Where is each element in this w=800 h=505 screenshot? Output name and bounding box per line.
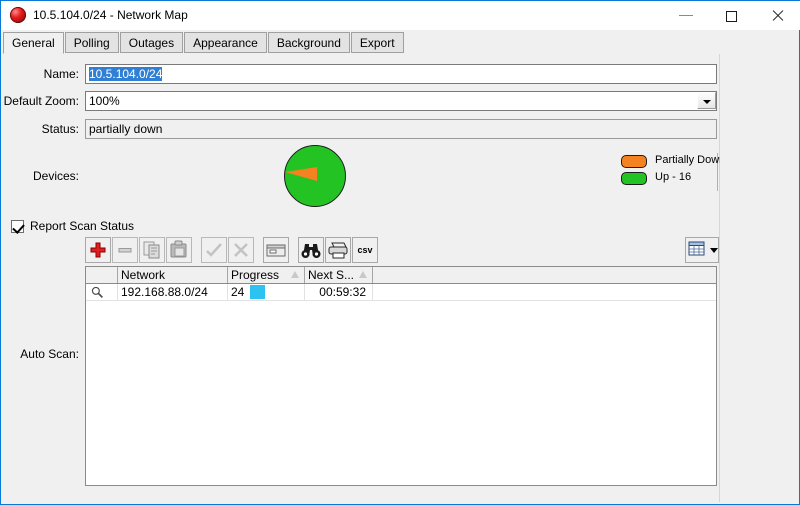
devices-legend: Partially Down - 1 Up - 16 [621, 153, 741, 191]
devices-label: Devices: [32, 169, 79, 183]
tab-appearance-label: Appearance [193, 36, 258, 50]
minimize-button[interactable] [663, 1, 709, 30]
legend-label-up: Up - 16 [655, 171, 692, 183]
legend-chip-partially-down [621, 155, 647, 168]
window-title: 10.5.104.0/24 - Network Map [33, 8, 188, 22]
table-header-row: Network Progress Next S... [86, 267, 716, 284]
add-button[interactable] [85, 237, 111, 263]
default-zoom-dropdown-button[interactable] [697, 92, 716, 109]
folder-icon [266, 244, 286, 257]
tab-strip: General Polling Outages Appearance Backg… [3, 32, 719, 54]
cross-icon [234, 243, 248, 257]
table-header-network[interactable]: Network [118, 267, 228, 283]
toolbar-separator-2 [255, 237, 263, 263]
tab-background[interactable]: Background [267, 32, 350, 53]
maximize-icon [726, 11, 737, 22]
default-zoom-value: 100% [89, 94, 120, 108]
copy-button[interactable] [139, 237, 165, 263]
table-row[interactable]: 192.168.88.0/24 24 00:59:32 [86, 284, 716, 301]
auto-scan-toolbar: csv [85, 237, 719, 263]
default-zoom-label: Default Zoom: [3, 94, 79, 108]
table-header-progress[interactable]: Progress [228, 267, 305, 283]
tab-export[interactable]: Export [350, 32, 404, 53]
row-filler-cell [373, 284, 716, 300]
title-bar: 10.5.104.0/24 - Network Map [1, 1, 800, 30]
legend-row-up: Up - 16 [621, 170, 717, 187]
auto-scan-table[interactable]: Network Progress Next S... 192.168.88.0/… [85, 266, 717, 486]
name-label: Name: [43, 67, 79, 81]
dialog-actions: Ok Cancel Apply Notes [720, 32, 799, 502]
table-header-next-scan[interactable]: Next S... [305, 267, 373, 283]
close-button[interactable] [755, 1, 800, 30]
status-value: partially down [85, 119, 717, 139]
view-settings-button[interactable] [685, 237, 719, 263]
table-header-next-scan-label: Next S... [308, 268, 355, 282]
table-header-filler[interactable] [373, 267, 716, 283]
devices-pie-chart [284, 145, 346, 207]
row-next-scan-cell: 00:59:32 [305, 284, 373, 300]
paste-button[interactable] [166, 237, 192, 263]
default-zoom-combobox[interactable]: 100% [85, 91, 717, 111]
table-icon [688, 241, 705, 256]
check-icon [206, 243, 222, 257]
paste-icon [170, 240, 187, 258]
tab-polling[interactable]: Polling [64, 32, 119, 53]
row-progress-value: 24 [231, 285, 245, 299]
legend-chip-up [621, 172, 647, 185]
printer-icon [328, 242, 348, 259]
row-scan-icon-cell [86, 284, 118, 300]
print-button[interactable] [325, 237, 351, 263]
checkbox-box [11, 220, 25, 234]
tab-outages-label: Outages [128, 36, 175, 50]
table-header-progress-label: Progress [231, 268, 280, 282]
csv-button[interactable]: csv [352, 237, 378, 263]
disable-button[interactable] [228, 237, 254, 263]
tab-general[interactable]: General [3, 32, 64, 54]
binoculars-icon [301, 244, 321, 258]
chevron-down-icon [703, 100, 711, 104]
tab-polling-label: Polling [73, 36, 110, 50]
tab-outages[interactable]: Outages [119, 32, 184, 53]
check-icon [12, 221, 25, 234]
plus-icon [90, 242, 106, 258]
minimize-icon [679, 15, 693, 16]
tab-export-label: Export [359, 36, 395, 50]
minus-icon [118, 248, 132, 253]
row-progress-cell: 24 [228, 284, 305, 300]
copy-icon [143, 241, 160, 259]
report-scan-status-label: Report Scan Status [30, 219, 135, 233]
status-label: Status: [41, 122, 79, 136]
legend-row-partially-down: Partially Down - 1 [621, 153, 741, 170]
pie-slice-partially-down [285, 167, 317, 181]
toolbar-separator-3 [290, 237, 298, 263]
sort-indicator-icon-2 [359, 271, 367, 278]
toolbar-separator-1 [193, 237, 201, 263]
network-map-dialog: 10.5.104.0/24 - Network Map General Poll… [0, 0, 800, 505]
enable-button[interactable] [201, 237, 227, 263]
remove-button[interactable] [112, 237, 138, 263]
general-tab-panel: Name: 10.5.104.0/24 Default Zoom: 100% S… [3, 54, 741, 502]
status-text: partially down [89, 122, 163, 136]
auto-scan-label: Auto Scan: [20, 347, 79, 361]
maximize-button[interactable] [709, 1, 755, 30]
table-header-icon[interactable] [86, 267, 118, 283]
dude-sphere-icon [10, 7, 26, 23]
tab-background-label: Background [276, 36, 341, 50]
name-input-value: 10.5.104.0/24 [89, 67, 163, 81]
progress-bar [250, 285, 265, 299]
sort-indicator-icon [291, 271, 299, 278]
tab-appearance[interactable]: Appearance [184, 32, 267, 53]
tab-general-label: General [12, 36, 55, 50]
find-button[interactable] [298, 237, 324, 263]
csv-icon: csv [357, 245, 373, 255]
name-input[interactable]: 10.5.104.0/24 [85, 64, 717, 84]
folder-button[interactable] [263, 237, 289, 263]
row-network-cell: 192.168.88.0/24 [118, 284, 228, 300]
scan-magnifier-icon [91, 286, 103, 298]
chevron-down-icon [710, 248, 718, 253]
